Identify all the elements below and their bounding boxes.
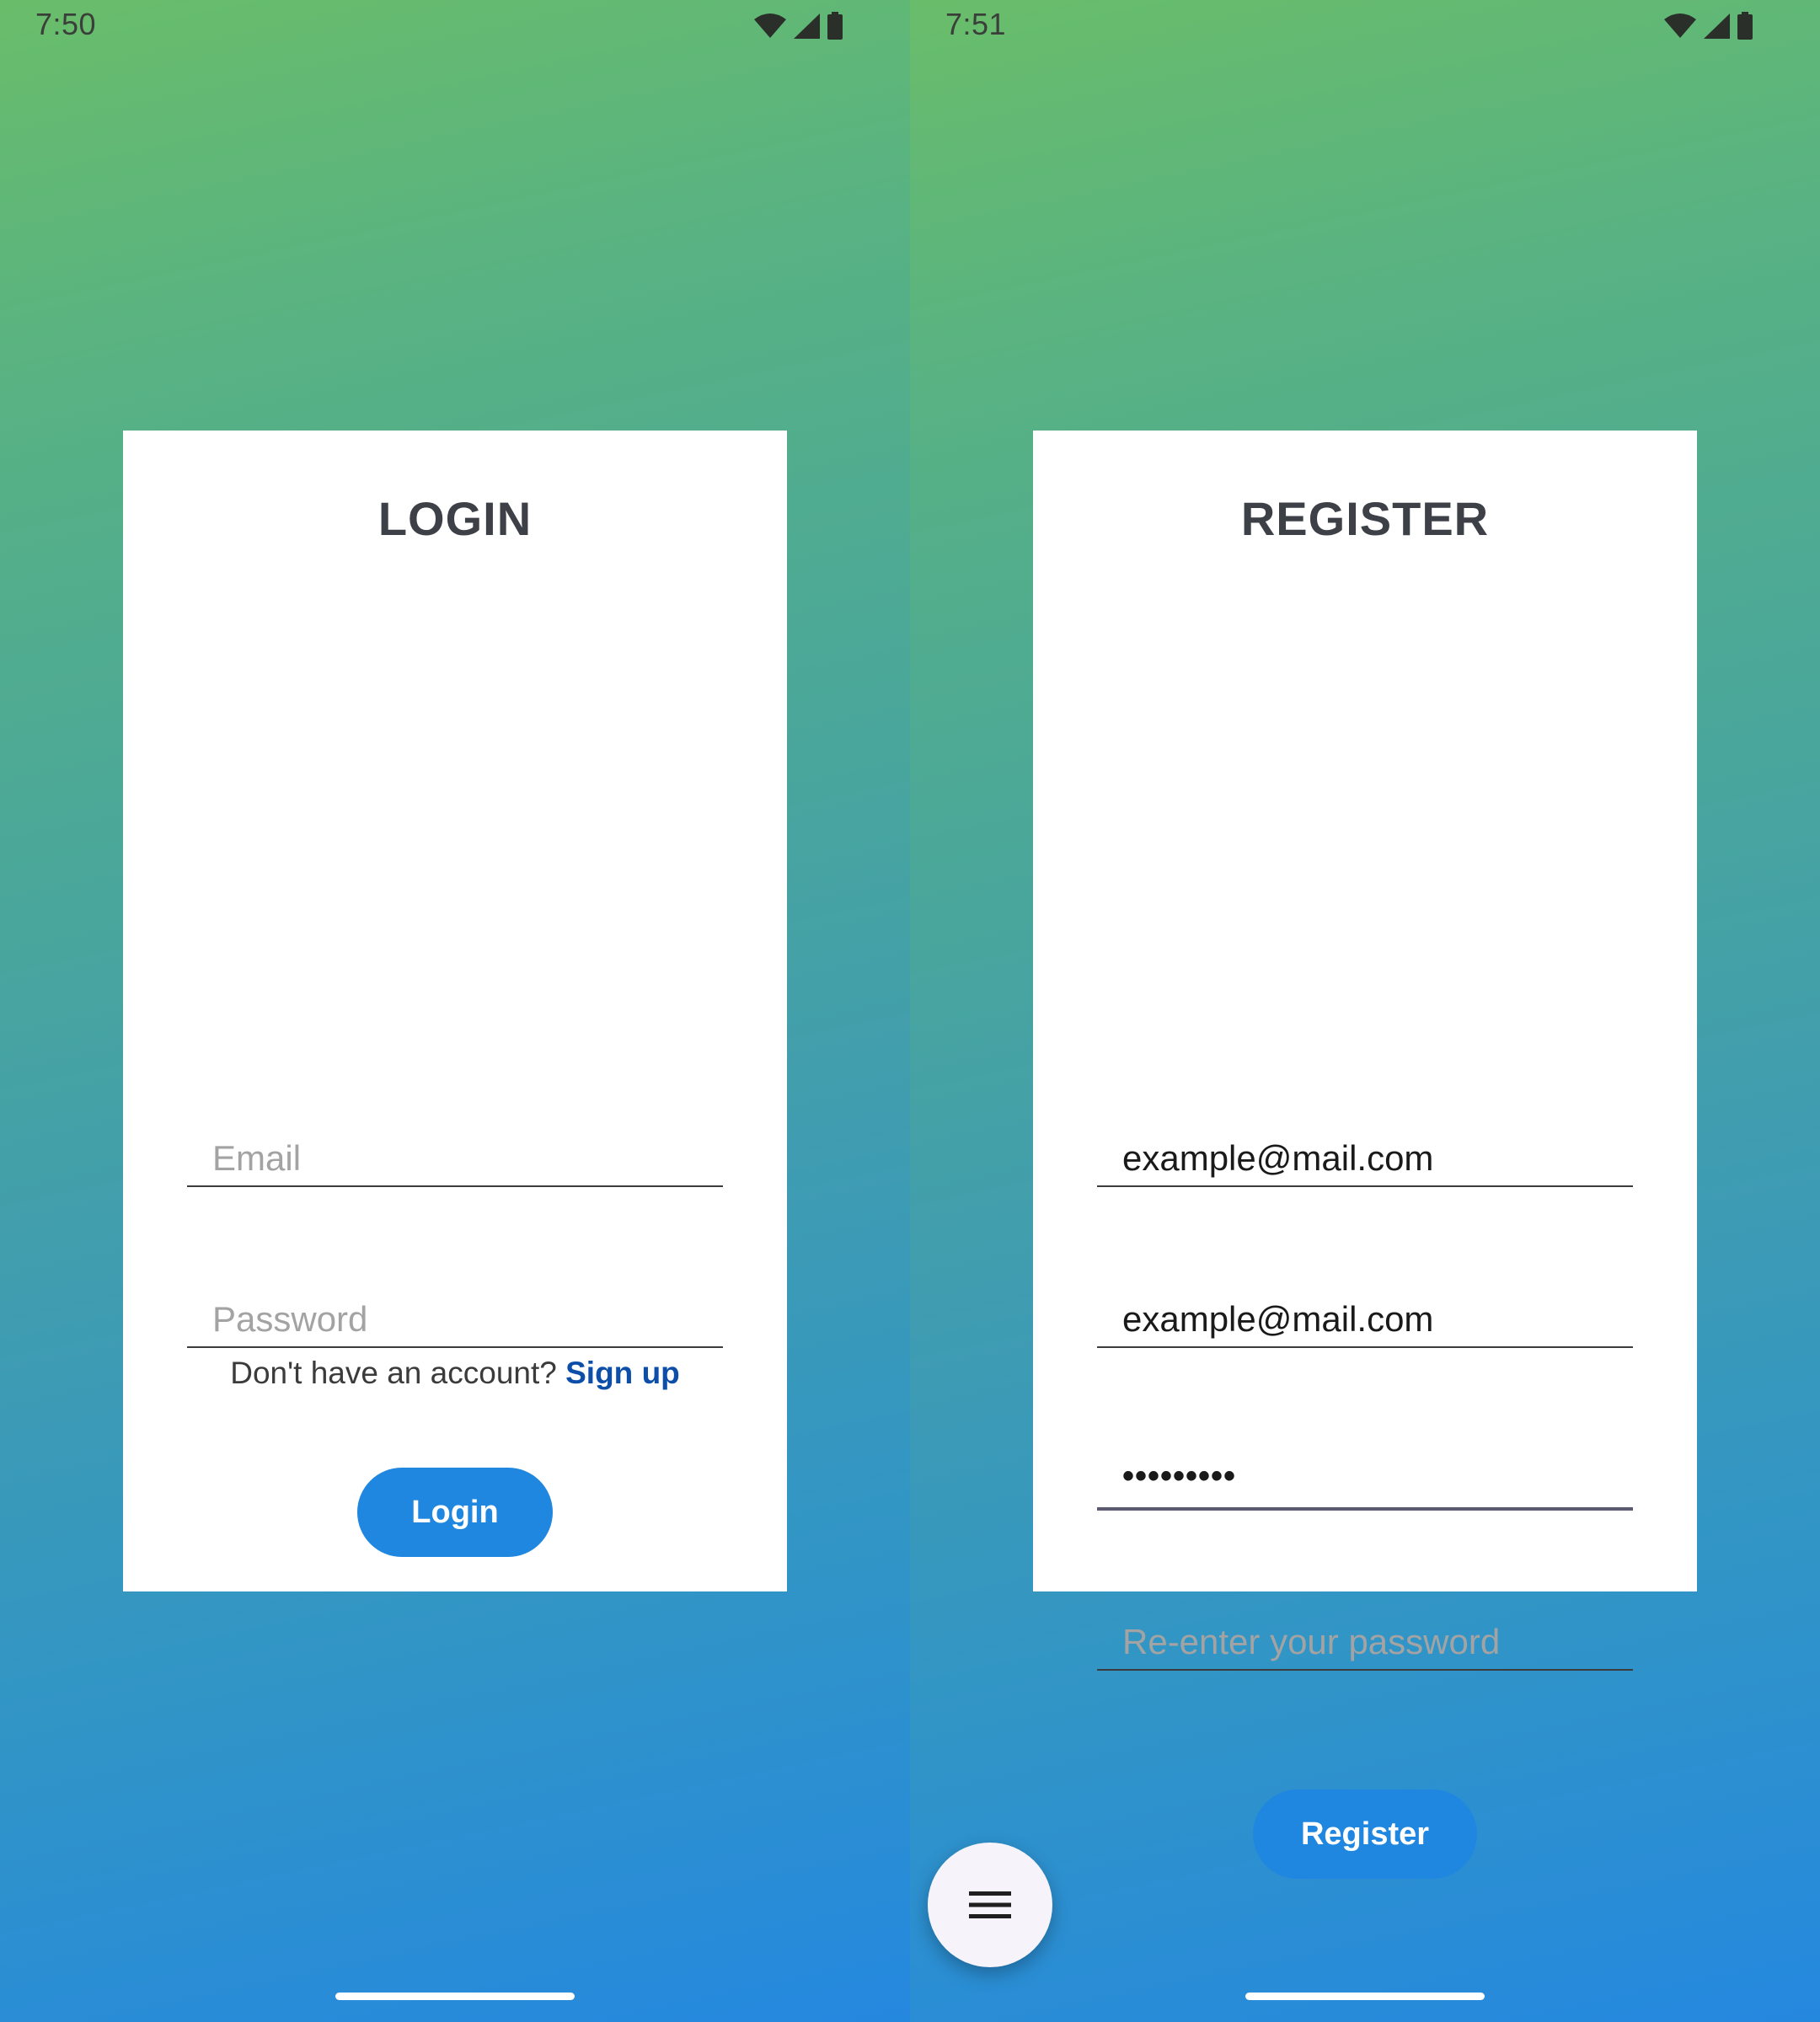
status-time: 7:51	[945, 7, 1007, 41]
email-field[interactable]: example@mail.com	[1097, 1126, 1633, 1187]
email-value: example@mail.com	[1122, 1138, 1434, 1178]
status-icons	[753, 12, 844, 40]
confirm-email-value: example@mail.com	[1122, 1299, 1434, 1339]
login-screen: 7:50 LOGIN Email Password Login Don't ha…	[0, 0, 910, 2022]
password-placeholder: Password	[212, 1299, 368, 1339]
home-indicator[interactable]	[1245, 1993, 1485, 2000]
battery-icon	[827, 12, 843, 40]
login-button[interactable]: Login	[357, 1468, 553, 1557]
register-card: REGISTER example@mail.com example@mail.c…	[1033, 431, 1697, 1879]
cellular-signal-icon	[794, 13, 820, 39]
email-field[interactable]: Email	[187, 1126, 723, 1187]
page-title: LOGIN	[377, 492, 533, 545]
status-bar: 7:50	[0, 0, 910, 54]
status-icons	[1663, 12, 1754, 40]
reenter-password-field[interactable]: Re-enter your password	[1097, 1610, 1633, 1671]
signup-link[interactable]: Sign up	[565, 1356, 680, 1390]
battery-icon	[1737, 12, 1753, 40]
wifi-icon	[1664, 13, 1696, 38]
register-screen: 7:51 REGISTER example@mail.com example@m…	[910, 0, 1820, 2022]
page-title: REGISTER	[1240, 492, 1490, 545]
password-field[interactable]: Password	[187, 1287, 723, 1348]
home-indicator[interactable]	[335, 1993, 575, 2000]
password-field[interactable]: •••••••••	[1097, 1448, 1633, 1511]
menu-icon	[969, 1891, 1011, 1918]
status-time: 7:50	[35, 7, 97, 41]
email-placeholder: Email	[212, 1138, 302, 1178]
password-value: •••••••••	[1122, 1458, 1237, 1495]
register-button[interactable]: Register	[1253, 1789, 1477, 1879]
signup-prompt: Don't have an account? Sign up	[123, 1356, 787, 1391]
confirm-email-field[interactable]: example@mail.com	[1097, 1287, 1633, 1348]
signup-prompt-text: Don't have an account?	[230, 1356, 557, 1390]
app-root: 7:50 LOGIN Email Password Login Don't ha…	[0, 0, 1820, 2022]
login-card: LOGIN Email Password Login Don't have an…	[123, 431, 787, 1591]
cellular-signal-icon	[1704, 13, 1730, 39]
wifi-icon	[754, 13, 786, 38]
reenter-password-placeholder: Re-enter your password	[1122, 1622, 1501, 1661]
menu-fab[interactable]	[928, 1843, 1052, 1967]
status-bar: 7:51	[910, 0, 1820, 54]
